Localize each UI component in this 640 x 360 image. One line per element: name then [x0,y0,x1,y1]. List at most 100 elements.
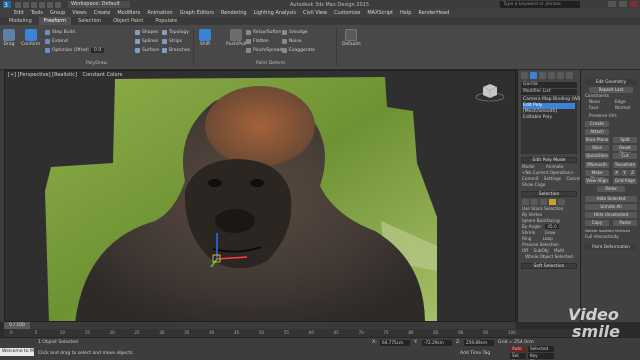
animate-radio[interactable]: Animate [546,164,564,169]
constraint-normal-radio[interactable]: Normal [611,105,630,111]
menu-animation[interactable]: Animation [147,10,173,16]
grid-align-button[interactable]: Grid Align [613,178,637,184]
preview-subobj-radio[interactable]: SubObj [534,248,549,253]
close-icon[interactable] [630,1,638,7]
topology-tool[interactable]: Topology [162,30,189,35]
element-icon[interactable] [558,199,565,205]
edge-icon[interactable] [531,199,538,205]
selected-dropdown[interactable]: Selected [528,346,554,352]
border-icon[interactable] [540,199,547,205]
show-cage-checkbox[interactable]: Show Cage [518,182,580,188]
undo-icon[interactable] [39,1,45,8]
grow-button[interactable]: Grow [545,230,556,235]
viewcube-icon[interactable] [475,79,505,103]
menu-views[interactable]: Views [72,10,86,16]
menu-modifiers[interactable]: Modifiers [117,10,140,16]
preview-multi-radio[interactable]: Multi [554,248,564,253]
z-coord-field[interactable]: 259.89cm [464,340,494,346]
app-logo-icon[interactable]: 3 [0,0,14,9]
edit-poly-mode-rollout[interactable]: Edit Poly Mode [521,157,577,163]
search-input[interactable]: Type a keyword or phrase [500,1,580,8]
open-file-icon[interactable] [23,1,29,8]
planar-x-button[interactable]: X [613,170,620,176]
ring-button[interactable]: Ring [522,236,531,241]
new-scene-icon[interactable] [15,1,21,8]
modify-tab-icon[interactable] [530,72,537,79]
hide-unselected-button[interactable]: Hide Unselected [585,212,637,218]
relax-soften-tool[interactable]: Relax/Soften [246,30,281,35]
viewport-shading-label[interactable]: Constant Colors [83,72,123,78]
extend-tool[interactable]: Extend [45,39,68,44]
planar-y-button[interactable]: Y [621,170,628,176]
by-angle-checkbox[interactable]: By Angle: [522,224,542,229]
workspace-dropdown[interactable]: Workspace: Default [68,1,130,8]
modifier-list-dropdown[interactable]: Modifier List [521,89,577,95]
split-button[interactable]: Split [613,137,637,143]
push-pull-button[interactable]: Push/Pull [226,29,246,47]
menu-create[interactable]: Create [94,10,111,16]
vertex-icon[interactable] [522,199,529,205]
settings-button[interactable]: Settings [544,176,561,181]
tab-modeling[interactable]: Modeling [4,17,37,25]
surface-tool[interactable]: Surface [135,48,159,53]
create-tab-icon[interactable] [521,72,528,79]
motion-tab-icon[interactable] [548,72,555,79]
smudge-tool[interactable]: Smudge [282,30,308,35]
minimize-icon[interactable] [608,1,616,7]
hide-selected-button[interactable]: Hide Selected [585,196,637,202]
object-name-field[interactable]: Gorilla [521,82,577,88]
tab-object-paint[interactable]: Object Paint [108,17,148,25]
x-coord-field[interactable]: 64.775cm [380,340,410,346]
menu-rendering[interactable]: Rendering [221,10,247,16]
maximize-icon[interactable] [619,1,627,7]
strips-tool[interactable]: Strips [162,39,182,44]
create-button[interactable]: Create [585,121,609,127]
redo-icon[interactable] [47,1,53,8]
stack-item[interactable]: Editable Poly [523,115,575,121]
attach-button[interactable]: Attach [585,129,609,135]
offset-field[interactable]: Offset: 0.0 [74,48,105,53]
exaggerate-tool[interactable]: Exaggerate [282,48,315,53]
unhide-all-button[interactable]: Unhide All [585,204,637,210]
soft-selection-rollout[interactable]: Soft Selection [521,263,577,269]
model-radio[interactable]: Model [522,164,535,169]
paint-deformation-rollout[interactable]: Paint Deformation [585,244,637,250]
splines-tool[interactable]: Splines [135,39,158,44]
selection-rollout[interactable]: Selection [521,191,577,197]
polygon-icon[interactable] [549,199,556,205]
tessellate-button[interactable]: Tessellate [613,162,637,168]
relax-button[interactable]: Relax [597,186,625,192]
constraint-face-radio[interactable]: Face [585,105,598,111]
tab-selection[interactable]: Selection [73,17,106,25]
menu-maxscript[interactable]: MAXScript [367,10,393,16]
utilities-tab-icon[interactable] [566,72,573,79]
auto-key-button[interactable]: Auto Key [510,346,526,357]
project-folder-icon[interactable] [55,1,61,8]
shrink-button[interactable]: Shrink [522,230,535,235]
timeline-ruler[interactable]: 0 5 10 15 20 25 30 35 40 45 50 55 60 65 70 75 80 85 90 95 10… [4,329,580,337]
step-build-tool[interactable]: Step Build [45,30,75,35]
flatten-tool[interactable]: Flatten [246,39,269,44]
edit-geometry-rollout[interactable]: Edit Geometry [585,79,637,85]
loop-button[interactable]: Loop [543,236,553,241]
key-filters-button[interactable]: Key Filters... [528,353,554,360]
time-slider[interactable]: 0 / 100 [4,322,516,329]
optimize-tool[interactable]: Optimize [45,48,72,53]
defaults-button[interactable]: Defaults [342,29,361,47]
slice-button[interactable]: Slice [585,145,609,151]
modifier-stack[interactable]: Camera Map Binding (WS) Edit Poly [Mesh/… [521,96,582,154]
shapes-tool[interactable]: Shapes [135,30,158,35]
quickslice-button[interactable]: QuickSlice [585,153,609,159]
msmooth-button[interactable]: MSmooth [585,162,609,168]
planar-z-button[interactable]: Z [629,170,636,176]
view-align-button[interactable]: View Align [585,178,609,184]
y-coord-field[interactable]: -72.29cm [422,340,452,346]
menu-civil-view[interactable]: Civil View [303,10,327,16]
pinch-spread-tool[interactable]: Pinch/Spread [246,48,282,53]
menu-help[interactable]: Help [400,10,411,16]
time-slider-thumb[interactable]: 0 / 100 [4,322,30,329]
conform-button[interactable]: Conform [21,29,40,47]
menu-graph-editors[interactable]: Graph Editors [180,10,214,16]
paint-deform-group-label[interactable]: Paint Deform [256,61,285,66]
full-interactivity-checkbox[interactable]: Full Interactivity [581,234,619,240]
